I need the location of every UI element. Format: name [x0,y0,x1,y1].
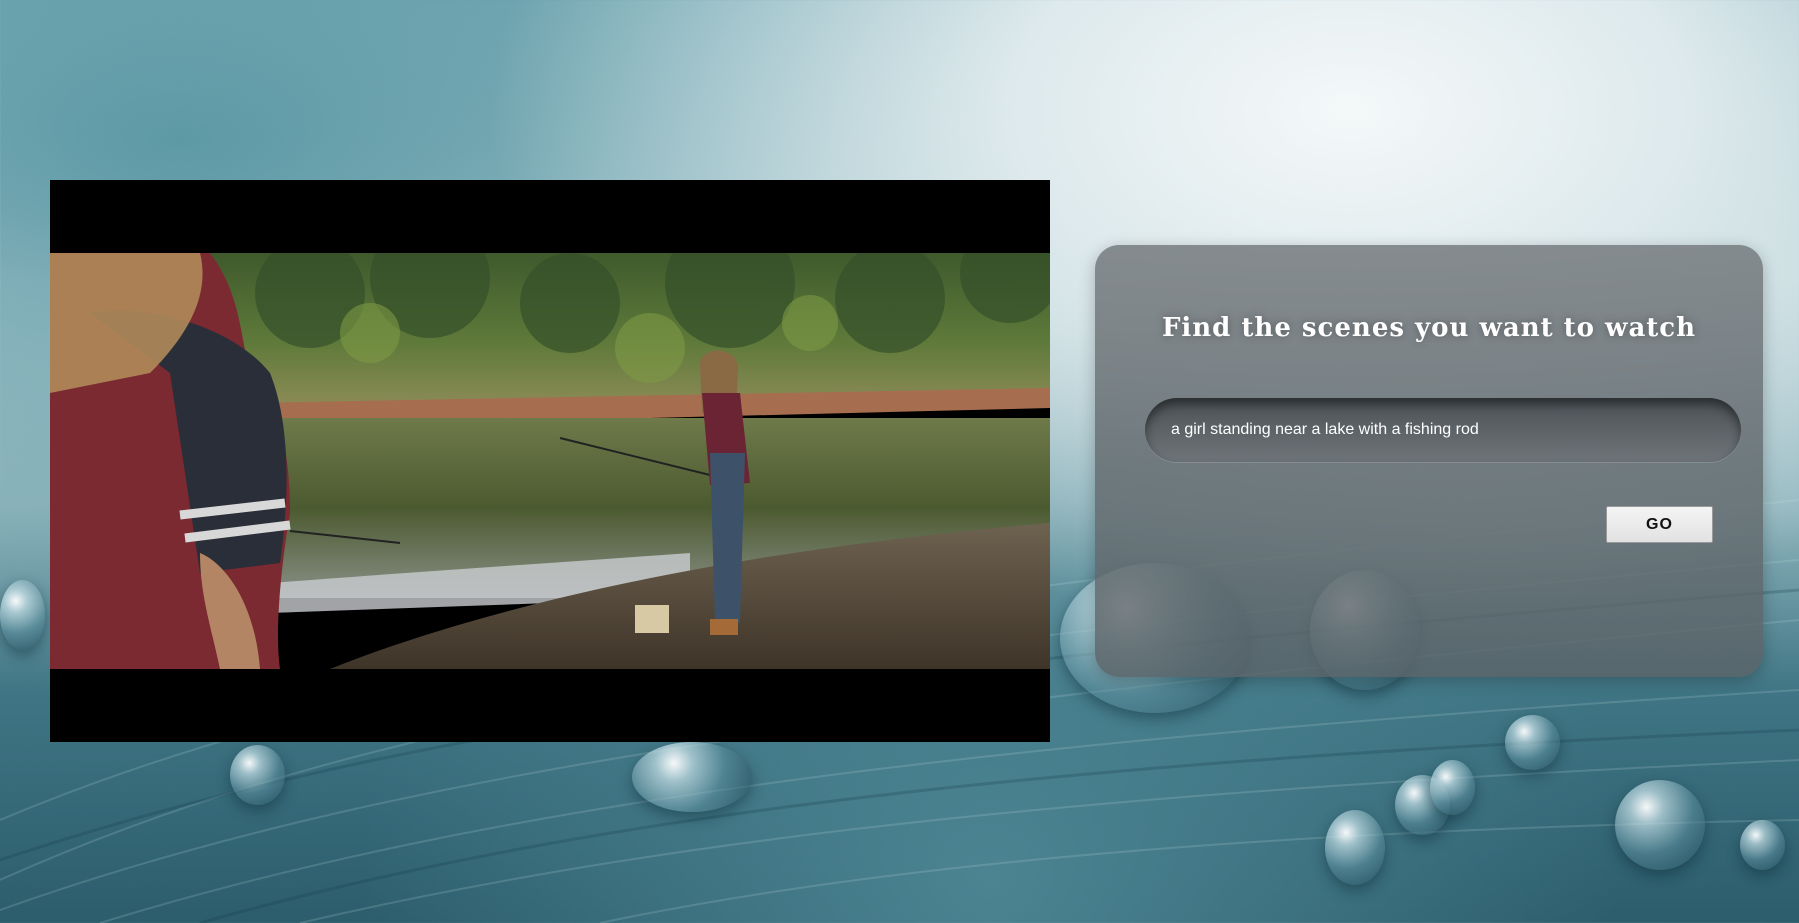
water-drop [1430,760,1475,815]
water-drop [1615,780,1705,870]
water-drop [632,742,752,812]
water-drop [1740,820,1785,870]
water-drop [0,580,45,650]
scene-search-input[interactable] [1145,398,1741,462]
go-button[interactable]: GO [1606,506,1713,543]
video-player[interactable] [50,180,1050,742]
scene-search-panel: Find the scenes you want to watch GO [1095,245,1763,677]
panel-title: Find the scenes you want to watch [1161,313,1697,343]
water-drop [1325,810,1385,885]
water-drop [230,745,285,805]
video-scene-image [50,253,1050,669]
video-frame[interactable] [50,253,1050,669]
water-drop [1505,715,1560,770]
